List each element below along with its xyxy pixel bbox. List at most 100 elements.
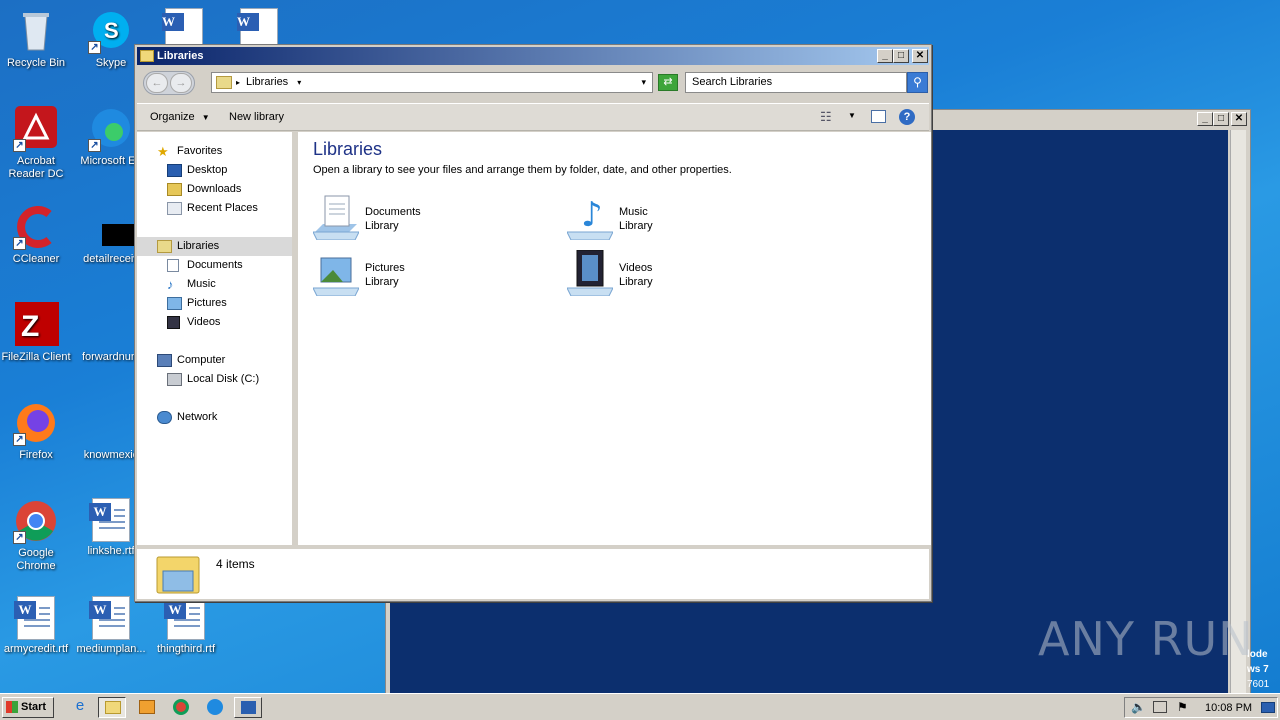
desktop-icon-acrobat[interactable]: ↗ Acrobat Reader DC <box>0 106 74 181</box>
firefox-icon: ↗ <box>13 400 59 446</box>
nav-music[interactable]: ♪ Music <box>167 275 216 294</box>
edge-icon: ↗ <box>88 106 134 152</box>
desktop-icon-firefox[interactable]: ↗ Firefox <box>0 400 74 462</box>
pictures-icon <box>167 297 182 310</box>
view-dropdown-icon[interactable]: ▼ <box>848 111 856 120</box>
word-doc-icon: W <box>89 596 130 640</box>
close-button[interactable]: ✕ <box>912 49 928 63</box>
file-icon <box>88 302 134 348</box>
desktop-icon-recycle-bin[interactable]: Recycle Bin <box>0 8 74 70</box>
libraries-icon <box>157 240 172 253</box>
library-item-videos[interactable]: Videos Library <box>566 249 787 302</box>
nav-pictures[interactable]: Pictures <box>167 294 227 313</box>
new-library-button[interactable]: New library <box>229 111 284 123</box>
recent-places-icon <box>167 202 182 215</box>
title-bar[interactable]: Libraries _ □ ✕ <box>137 47 929 65</box>
minimize-button[interactable]: _ <box>1197 112 1213 126</box>
edge-icon[interactable] <box>202 697 230 718</box>
documents-library-icon <box>312 194 360 241</box>
back-button[interactable]: ← <box>146 73 168 93</box>
star-icon: ★ <box>157 144 169 159</box>
organize-button[interactable]: Organize ▼ <box>150 111 210 123</box>
command-bar: Organize ▼ New library ☷ ▼ ? <box>137 103 929 131</box>
music-icon: ♪ <box>167 277 174 292</box>
nav-network[interactable]: Network <box>157 408 217 427</box>
skype-icon: S ↗ <box>88 8 134 54</box>
preview-pane-icon[interactable] <box>871 110 886 123</box>
nav-favorites[interactable]: ★ Favorites <box>157 142 222 161</box>
watermark: ANY RUN <box>1038 612 1254 666</box>
address-bar[interactable]: ▸ Libraries ▾ ▾ <box>211 72 653 93</box>
explorer-taskbar-button[interactable] <box>98 697 126 718</box>
nav-videos[interactable]: Videos <box>167 313 220 332</box>
details-pane: 4 items <box>137 547 929 599</box>
desktop-icon <box>167 164 182 177</box>
file-icon <box>88 400 134 446</box>
window-title: Libraries <box>157 50 204 62</box>
desktop-icon-thingthird[interactable]: W thingthird.rtf <box>148 596 224 656</box>
chrome-icon[interactable] <box>168 697 196 718</box>
nav-buttons: ← → <box>143 71 195 95</box>
library-item-documents[interactable]: Documents Library <box>312 194 533 246</box>
videos-icon <box>167 316 180 329</box>
svg-text:♪: ♪ <box>581 195 603 235</box>
page-title: Libraries <box>313 139 383 159</box>
maximize-button[interactable]: □ <box>1213 112 1229 126</box>
desktop-icon-chrome[interactable]: ↗ Google Chrome <box>0 498 74 573</box>
nav-downloads[interactable]: Downloads <box>167 180 241 199</box>
refresh-icon[interactable]: ⇄ <box>658 74 678 91</box>
acrobat-icon: ↗ <box>13 106 59 152</box>
flag-icon[interactable]: ⚑ <box>1177 700 1188 714</box>
vertical-scrollbar[interactable] <box>1230 130 1246 693</box>
address-dropdown-icon[interactable]: ▾ <box>641 73 646 92</box>
help-icon[interactable]: ? <box>899 109 915 125</box>
desktop-icon-armycredit[interactable]: W armycredit.rtf <box>0 596 74 656</box>
nav-computer[interactable]: Computer <box>157 351 225 370</box>
desktop-icon-mediumplan[interactable]: W mediumplan... <box>73 596 149 656</box>
nav-local-disk[interactable]: Local Disk (C:) <box>167 370 259 389</box>
minimize-button[interactable]: _ <box>877 49 893 63</box>
svg-text:S: S <box>104 18 119 43</box>
desktop-icon-filezilla[interactable]: Z FileZilla Client <box>0 302 74 364</box>
chevron-down-icon[interactable]: ▾ <box>297 78 301 87</box>
item-count: 4 items <box>216 557 255 571</box>
close-button[interactable]: ✕ <box>1231 112 1247 126</box>
media-player-icon[interactable] <box>134 697 162 718</box>
ccleaner-icon: ↗ <box>13 204 59 250</box>
libraries-large-icon <box>155 553 201 600</box>
ie-icon[interactable]: e <box>66 697 94 718</box>
nav-documents[interactable]: Documents <box>167 256 243 275</box>
edge-text-line: 7601 <box>1247 679 1270 690</box>
nav-libraries[interactable]: Libraries <box>137 237 292 256</box>
nav-desktop[interactable]: Desktop <box>167 161 227 180</box>
drive-icon <box>167 373 182 386</box>
music-library-icon: ♪ <box>566 194 614 241</box>
show-desktop-icon[interactable] <box>1261 702 1275 713</box>
view-options-icon[interactable]: ☷ <box>820 109 832 125</box>
page-description: Open a library to see your files and arr… <box>313 164 732 176</box>
explorer-window[interactable]: Libraries _ □ ✕ ← → ▸ Libraries ▾ ▾ ⇄ Se… <box>134 44 932 602</box>
search-input[interactable]: Search Libraries <box>685 72 907 93</box>
library-item-music[interactable]: ♪ Music Library <box>566 194 787 246</box>
start-button[interactable]: Start <box>2 697 54 718</box>
content-pane: Libraries Open a library to see your fil… <box>298 132 931 545</box>
documents-icon <box>167 259 179 272</box>
downloads-icon <box>167 183 182 196</box>
volume-icon[interactable]: 🔈 <box>1131 700 1146 714</box>
recycle-bin-icon <box>13 8 59 54</box>
network-tray-icon[interactable] <box>1153 701 1167 713</box>
nav-recent-places[interactable]: Recent Places <box>167 199 258 218</box>
chevron-right-icon: ▸ <box>236 78 241 87</box>
app-taskbar-button[interactable] <box>234 697 262 718</box>
library-item-pictures[interactable]: Pictures Library <box>312 250 533 302</box>
system-tray: 🔈 ⚑ 10:08 PM <box>1124 697 1278 718</box>
address-crumb[interactable]: Libraries <box>246 76 288 88</box>
folder-icon <box>105 701 121 714</box>
search-icon[interactable]: ⚲ <box>907 72 928 93</box>
network-icon <box>157 411 172 424</box>
svg-text:Z: Z <box>21 310 39 343</box>
clock[interactable]: 10:08 PM <box>1205 702 1252 714</box>
desktop-icon-ccleaner[interactable]: ↗ CCleaner <box>0 204 74 266</box>
forward-button[interactable]: → <box>170 73 192 93</box>
maximize-button[interactable]: □ <box>893 49 909 63</box>
